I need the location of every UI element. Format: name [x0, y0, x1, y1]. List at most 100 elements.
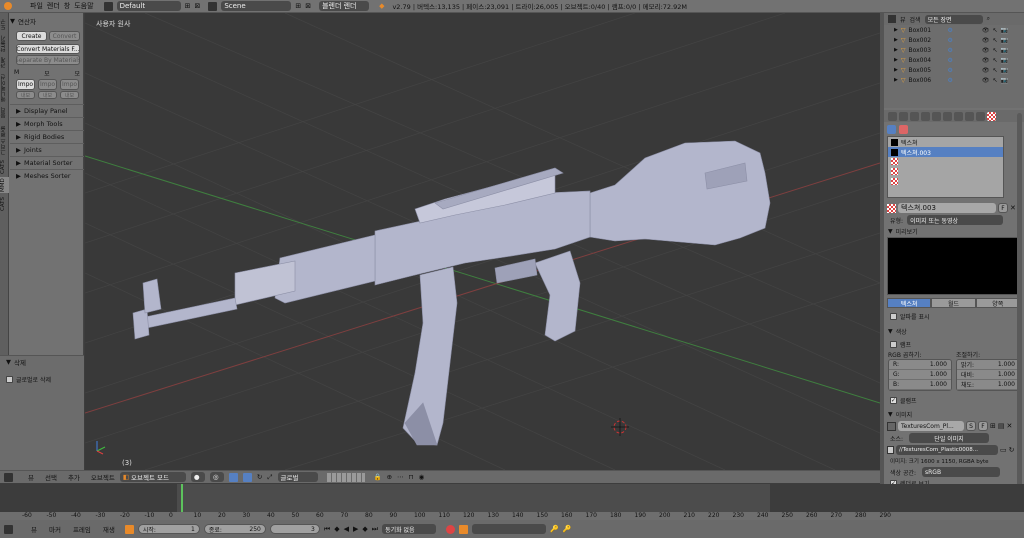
3d-viewport[interactable]: 사용자 원사 (3) — [85, 13, 880, 470]
delete-panel-header[interactable]: ▼ 삭제 — [0, 356, 84, 367]
adjust-field[interactable]: 채도: 1.000 — [957, 380, 1019, 390]
outliner-filter-select[interactable]: 모든 장면 — [924, 14, 983, 24]
texture-type-select[interactable]: 이미지 또는 동영상 — [907, 215, 1004, 225]
texture-slot-1[interactable]: 텍스쳐.003 — [888, 147, 1003, 157]
convert-button[interactable]: Convert — [49, 31, 80, 41]
render-camera-icon[interactable]: 📷 — [1001, 27, 1008, 34]
scene-remove-icon[interactable]: ⊠ — [305, 2, 311, 10]
delete-keyframe-icon[interactable]: 🔑 — [563, 525, 572, 533]
menu-render[interactable]: 렌더 — [47, 1, 60, 11]
visibility-eye-icon[interactable]: 👁 — [982, 37, 990, 44]
texture-context-icon[interactable] — [899, 124, 908, 134]
modifiers-tab-icon[interactable] — [954, 111, 963, 121]
create-button[interactable]: Create — [16, 31, 47, 41]
fake-user-button[interactable]: F — [998, 203, 1008, 213]
image-browse-icon[interactable] — [887, 421, 896, 431]
object-tab-icon[interactable] — [932, 111, 941, 121]
show-alpha-row[interactable]: 알파를 표시 — [884, 311, 1024, 322]
panel-rigid-bodies[interactable]: ▶ Rigid Bodies — [10, 130, 84, 142]
image-users-button[interactable]: S — [966, 421, 976, 431]
world-tab-icon[interactable] — [921, 111, 930, 121]
rotate-icon[interactable]: ↻ — [257, 473, 262, 481]
mmd-pose-icon[interactable]: 모 — [74, 69, 80, 78]
start-frame-field[interactable]: 시작: 1 — [137, 524, 200, 534]
prev-keyframe-icon[interactable]: ◆ — [334, 525, 339, 533]
texture-browse-icon[interactable] — [887, 203, 896, 213]
global-delete-checkbox[interactable] — [6, 376, 13, 383]
filepath-field[interactable]: //TexturesCom_Plastic0008... — [896, 445, 998, 455]
rifle-model[interactable] — [132, 140, 771, 446]
outliner-search-icon[interactable]: ⌕ — [987, 15, 990, 23]
outliner-item[interactable]: ▶ ▽ Box004 ⚙ 👁 ↖ 📷 — [884, 55, 1024, 65]
layout-add-icon[interactable]: ⊞ — [185, 2, 191, 10]
keying-set-select[interactable] — [472, 524, 547, 534]
tab-cats-2[interactable]: CATS — [0, 195, 9, 213]
selectable-icon[interactable]: ↖ — [993, 37, 998, 44]
preview-range-icon[interactable] — [124, 524, 134, 534]
outliner-item[interactable]: ▶ ▽ Box005 ⚙ 👁 ↖ 📷 — [884, 65, 1024, 75]
clamp-row[interactable]: ✓ 클램프 — [884, 395, 1024, 406]
selectable-icon[interactable]: ↖ — [993, 57, 998, 64]
expand-arrow-icon[interactable]: ▶ — [894, 37, 898, 43]
tab-cats[interactable]: CATS — [0, 159, 9, 175]
layout-remove-icon[interactable]: ⊠ — [194, 2, 200, 10]
visibility-eye-icon[interactable]: 👁 — [982, 27, 990, 34]
render-tab-icon[interactable] — [888, 111, 897, 121]
layers-tab-icon[interactable] — [899, 111, 908, 121]
image-name-field[interactable]: TexturesCom_Pl... — [898, 421, 964, 431]
timeline-menu-playback[interactable]: 재생 — [103, 524, 115, 534]
visibility-eye-icon[interactable]: 👁 — [982, 67, 990, 74]
image-header[interactable]: ▼ 이미지 — [884, 409, 1024, 420]
constraints-tab-icon[interactable] — [943, 111, 952, 121]
ramp-checkbox[interactable] — [890, 341, 897, 348]
reload-icon[interactable]: ↻ — [1009, 446, 1015, 454]
menu-object[interactable]: 오브젝트 — [91, 472, 115, 482]
play-reverse-icon[interactable]: ◀ — [344, 525, 349, 533]
panel-joints[interactable]: ▶ Joints — [10, 143, 84, 155]
preview-tab-1[interactable]: 월드 — [931, 298, 976, 308]
selectable-icon[interactable]: ↖ — [993, 67, 998, 74]
magnet-icon[interactable]: ⊓ — [409, 473, 414, 481]
render-camera-icon[interactable]: 📷 — [1001, 67, 1008, 74]
current-frame-field[interactable]: 3 — [269, 524, 320, 534]
tab-create[interactable]: 만들기 — [0, 35, 9, 53]
render-camera-icon[interactable]: 📷 — [1001, 37, 1008, 44]
snap-target-icon[interactable]: ⋯ — [397, 473, 404, 481]
outliner-item[interactable]: ▶ ▽ Box002 ⚙ 👁 ↖ 📷 — [884, 35, 1024, 45]
panel-morph-tools[interactable]: ▶ Morph Tools — [10, 117, 84, 129]
sync-mode-select[interactable]: 동기화 없음 — [382, 524, 437, 534]
translate-icon[interactable] — [242, 472, 252, 482]
panel-display[interactable]: ▶ Display Panel — [10, 104, 84, 116]
close-icon[interactable]: ✕ — [1010, 204, 1016, 212]
export-model-button[interactable]: 내보 — [16, 91, 35, 99]
selectable-icon[interactable]: ↖ — [993, 77, 998, 84]
mmd-motion-icon[interactable]: 모 — [44, 69, 50, 78]
orientation-select[interactable]: 글로벌 — [277, 472, 318, 482]
insert-keyframe-icon[interactable]: 🔑 — [550, 525, 559, 533]
close-icon[interactable]: ✕ — [1007, 422, 1013, 430]
menu-select[interactable]: 선택 — [45, 472, 57, 482]
clamp-checkbox[interactable]: ✓ — [890, 397, 897, 404]
selectable-icon[interactable]: ↖ — [993, 47, 998, 54]
timeline-editor-icon[interactable] — [4, 524, 13, 534]
new-image-icon[interactable]: ⊞ — [990, 422, 996, 430]
pivot-select[interactable]: ◎ — [209, 472, 224, 482]
import-pose-button[interactable]: Impo — [60, 79, 79, 90]
render-preview-icon[interactable]: ◉ — [419, 473, 425, 481]
expand-arrow-icon[interactable]: ▶ — [894, 67, 898, 73]
rgb-field[interactable]: R: 1.000 — [889, 360, 951, 370]
jump-start-icon[interactable]: ⏮ — [324, 525, 330, 534]
checker-icon[interactable] — [891, 178, 898, 185]
tab-animation[interactable]: 애니메이션 — [0, 73, 9, 103]
colors-header[interactable]: ▼ 색상 — [884, 326, 1024, 337]
next-keyframe-icon[interactable]: ◆ — [362, 525, 367, 533]
outliner-editor-icon[interactable] — [888, 15, 896, 23]
record-icon[interactable] — [446, 524, 456, 534]
operators-panel-header[interactable]: ▼ 연산자 — [10, 15, 84, 27]
rgb-field[interactable]: G: 1.000 — [889, 370, 951, 380]
menu-add[interactable]: 추가 — [68, 472, 80, 482]
expand-arrow-icon[interactable]: ▶ — [894, 27, 898, 33]
render-engine-select[interactable]: 블렌더 렌더 — [319, 1, 370, 11]
material-context-icon[interactable] — [887, 124, 896, 134]
expand-arrow-icon[interactable]: ▶ — [894, 57, 898, 63]
